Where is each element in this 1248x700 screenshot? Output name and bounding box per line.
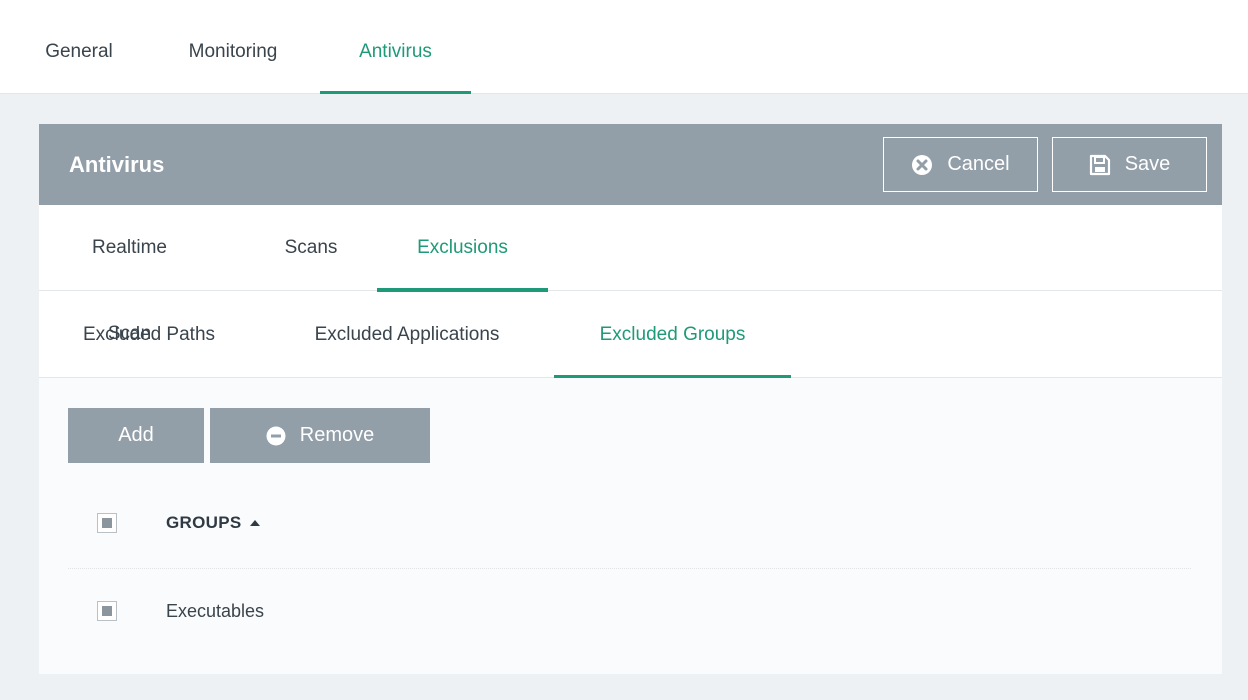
tab-exclusions[interactable]: Exclusions [377, 205, 548, 292]
floppy-disk-icon [1089, 154, 1110, 175]
excluded-groups-content: Add Remove GROUPS Executables [39, 378, 1222, 674]
save-button[interactable]: Save [1052, 137, 1207, 192]
antivirus-panel: Antivirus Cancel Save Realtime Scan Scan… [39, 124, 1222, 674]
table-row[interactable]: Executables [166, 601, 264, 622]
tab-excluded-applications[interactable]: Excluded Applications [289, 291, 525, 378]
x-circle-icon [912, 154, 933, 175]
tab-general[interactable]: General [39, 0, 119, 94]
panel-title: Antivirus [69, 152, 165, 177]
tab-excluded-groups[interactable]: Excluded Groups [554, 291, 791, 379]
remove-button[interactable]: Remove [210, 408, 430, 463]
row-separator [68, 568, 1191, 569]
caret-up-icon [250, 520, 261, 526]
remove-label: Remove [299, 424, 375, 446]
panel-header: Antivirus Cancel Save [39, 124, 1222, 205]
add-button[interactable]: Add [68, 408, 204, 463]
tab-monitoring[interactable]: Monitoring [175, 0, 291, 94]
exclusions-subtab-bar: Excluded Paths Excluded Applications Exc… [39, 291, 1222, 379]
column-header-label: GROUPS [166, 513, 242, 532]
cancel-label: Cancel [947, 153, 1010, 175]
add-label: Add [118, 424, 154, 446]
tab-excluded-paths[interactable]: Excluded Paths [68, 291, 230, 378]
tab-scans[interactable]: Scans [276, 205, 346, 291]
tab-antivirus[interactable]: Antivirus [320, 0, 471, 94]
row-checkbox[interactable] [97, 601, 117, 621]
save-label: Save [1124, 153, 1171, 175]
column-header-groups[interactable]: GROUPS [166, 513, 261, 533]
select-all-checkbox[interactable] [97, 513, 117, 533]
antivirus-subtab-bar: Realtime Scan Scans Exclusions [39, 205, 1222, 344]
cancel-button[interactable]: Cancel [883, 137, 1038, 192]
top-tab-bar: General Monitoring Antivirus [0, 0, 1248, 94]
minus-circle-icon [266, 426, 286, 445]
tab-realtime-scan[interactable]: Realtime Scan [68, 205, 191, 344]
